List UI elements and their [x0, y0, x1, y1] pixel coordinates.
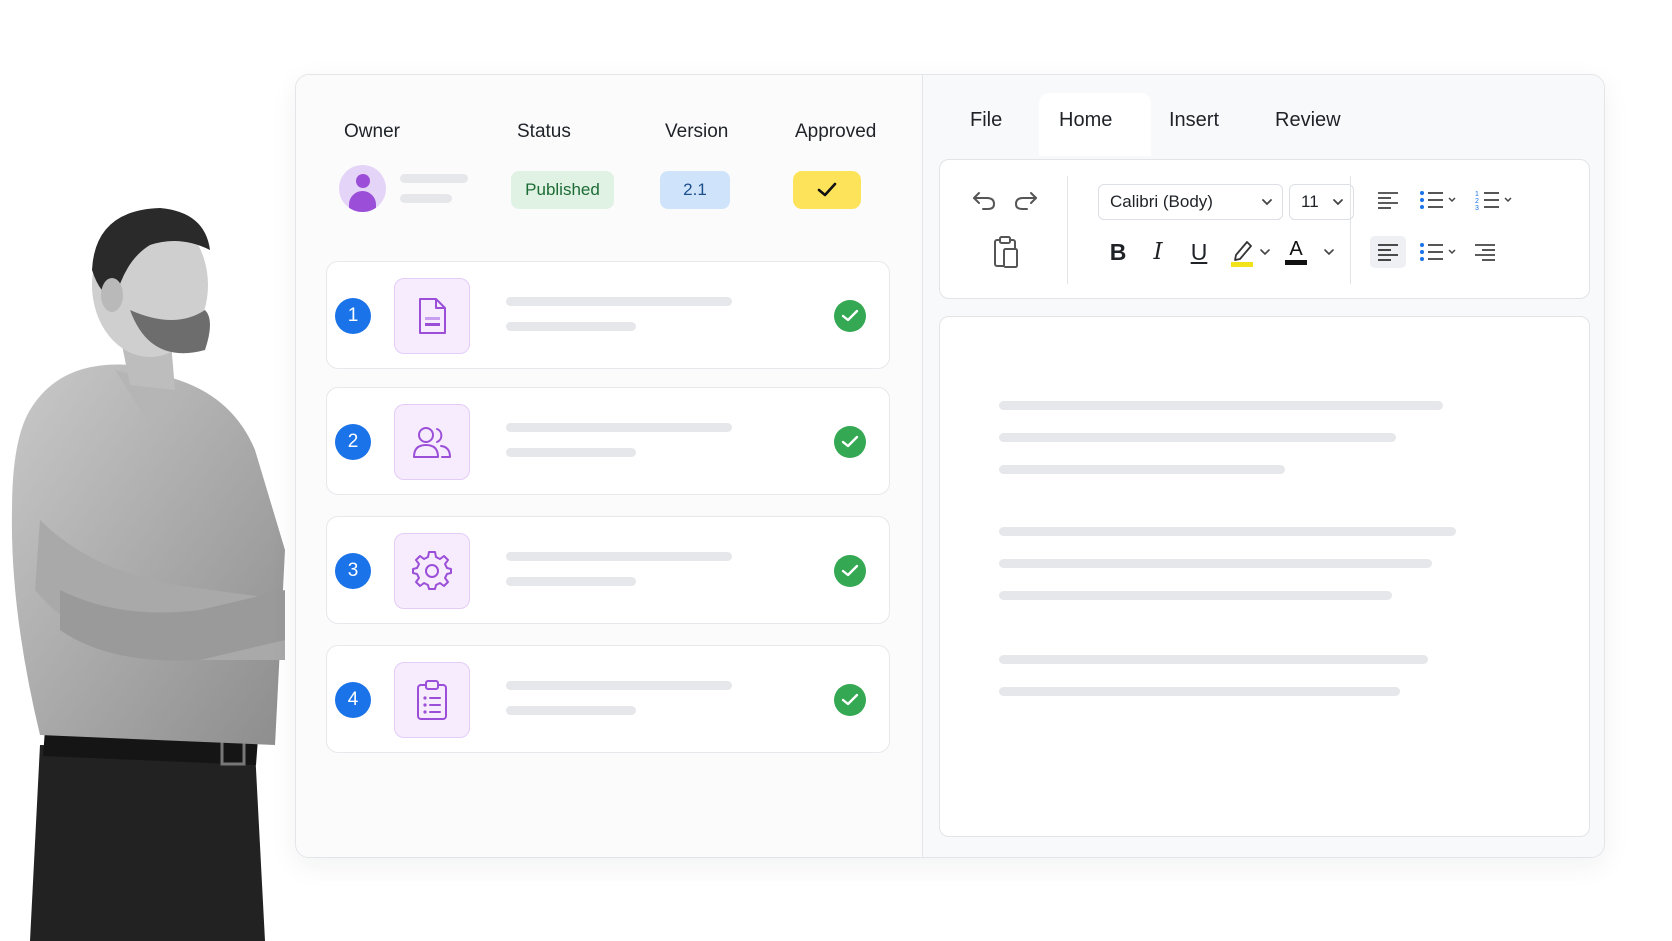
step-complete-icon [834, 555, 866, 587]
svg-text:A: A [1289, 238, 1303, 260]
step-complete-icon [834, 300, 866, 332]
align-right-icon [1475, 244, 1495, 261]
numbered-list-button[interactable]: 123 [1472, 184, 1516, 216]
undo-button[interactable] [968, 184, 1000, 216]
font-size-select[interactable]: 11 [1289, 184, 1354, 220]
align-left-active-button[interactable] [1370, 236, 1406, 268]
font-family-select[interactable]: Calibri (Body) [1098, 184, 1283, 220]
step-icon-tile [394, 278, 470, 354]
column-header-version: Version [665, 121, 729, 142]
bold-button[interactable]: B [1100, 234, 1136, 270]
bullet-list-alt-button[interactable] [1416, 236, 1460, 268]
users-icon [413, 427, 451, 458]
undo-icon [973, 192, 996, 210]
clipboard-list-icon [417, 680, 447, 720]
step-number-badge: 1 [335, 298, 371, 334]
font-color-button[interactable]: A [1278, 232, 1314, 270]
step-complete-icon [834, 426, 866, 458]
person-photo [11, 208, 285, 941]
avatar[interactable] [339, 165, 386, 212]
user-icon [356, 174, 370, 188]
step-icon-tile [394, 533, 470, 609]
align-right-button[interactable] [1468, 236, 1502, 268]
gear-icon [412, 551, 452, 590]
step-icon-tile [394, 662, 470, 738]
app-window: Owner Status Version Approved Published … [295, 74, 1605, 858]
svg-text:1: 1 [1475, 191, 1479, 198]
owner-name-placeholder [400, 174, 468, 183]
chevron-down-icon [1260, 249, 1270, 256]
highlight-dropdown[interactable] [1258, 242, 1272, 262]
font-color-icon: A [1285, 238, 1307, 265]
approved-checkbox[interactable] [793, 171, 861, 209]
tab-review[interactable]: Review [1275, 109, 1341, 132]
italic-button[interactable]: I [1140, 234, 1176, 270]
owner-role-placeholder [400, 194, 452, 203]
chevron-down-icon [1324, 249, 1334, 256]
redo-icon [1014, 192, 1037, 210]
workflow-panel: Owner Status Version Approved Published … [296, 75, 923, 857]
step-number-badge: 3 [335, 553, 371, 589]
step-number-badge: 2 [335, 424, 371, 460]
document-icon [419, 298, 446, 334]
highlight-button[interactable] [1224, 234, 1260, 270]
font-color-dropdown[interactable] [1322, 242, 1336, 262]
tab-home[interactable]: Home [1059, 109, 1112, 132]
document-canvas[interactable] [939, 316, 1590, 837]
status-badge[interactable]: Published [511, 171, 614, 209]
step-icon-tile [394, 404, 470, 480]
step-number-badge: 4 [335, 682, 371, 718]
highlighter-icon [1231, 241, 1253, 267]
step-card[interactable]: 4 [326, 645, 890, 753]
column-header-owner: Owner [344, 121, 400, 142]
checkmark-icon [817, 182, 837, 197]
column-header-approved: Approved [795, 121, 877, 142]
ribbon-toolbar: Calibri (Body) 11 B I U A 1 2 3 [939, 159, 1590, 299]
chevron-down-icon [1333, 199, 1343, 206]
align-left-icon [1378, 192, 1398, 209]
tab-file[interactable]: File [970, 109, 1002, 132]
step-complete-icon [834, 684, 866, 716]
numbered-list-icon: 123 [1475, 191, 1512, 211]
font-size-value: 11 [1301, 192, 1319, 211]
bullet-list-icon [1420, 191, 1456, 209]
bullet-list-button[interactable] [1416, 184, 1460, 216]
tab-insert[interactable]: Insert [1169, 109, 1219, 132]
column-header-status: Status [517, 121, 571, 142]
step-card[interactable]: 1 [326, 261, 890, 369]
bullet-list-icon [1420, 243, 1456, 261]
editor-panel: File Home Insert Review Calibri (Body) 1… [923, 75, 1604, 857]
clipboard-paste-icon [994, 236, 1018, 268]
svg-text:2: 2 [1475, 198, 1479, 205]
redo-button[interactable] [1010, 184, 1042, 216]
paste-button[interactable] [988, 232, 1024, 272]
align-left-button[interactable] [1372, 184, 1404, 216]
underline-button[interactable]: U [1181, 234, 1217, 270]
version-badge[interactable]: 2.1 [660, 171, 730, 209]
step-card[interactable]: 3 [326, 516, 890, 624]
chevron-down-icon [1262, 199, 1272, 206]
step-card[interactable]: 2 [326, 387, 890, 495]
svg-text:3: 3 [1475, 205, 1479, 211]
align-left-icon [1378, 244, 1398, 261]
font-family-value: Calibri (Body) [1110, 192, 1213, 211]
